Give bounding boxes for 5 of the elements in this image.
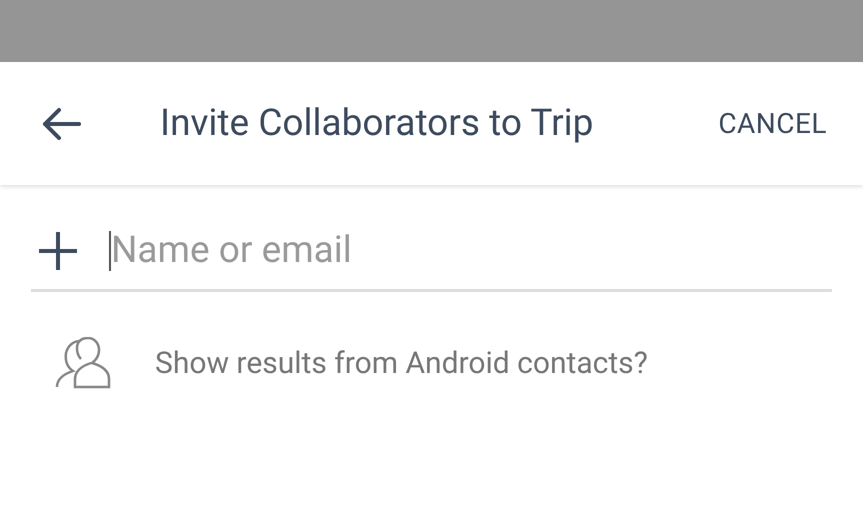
- name-or-email-field[interactable]: Name or email: [109, 223, 832, 279]
- screen-title: Invite Collaborators to Trip: [160, 100, 594, 147]
- contacts-prompt[interactable]: Show results from Android contacts?: [155, 340, 648, 386]
- add-icon[interactable]: [37, 230, 79, 272]
- cancel-button[interactable]: CANCEL: [718, 102, 827, 144]
